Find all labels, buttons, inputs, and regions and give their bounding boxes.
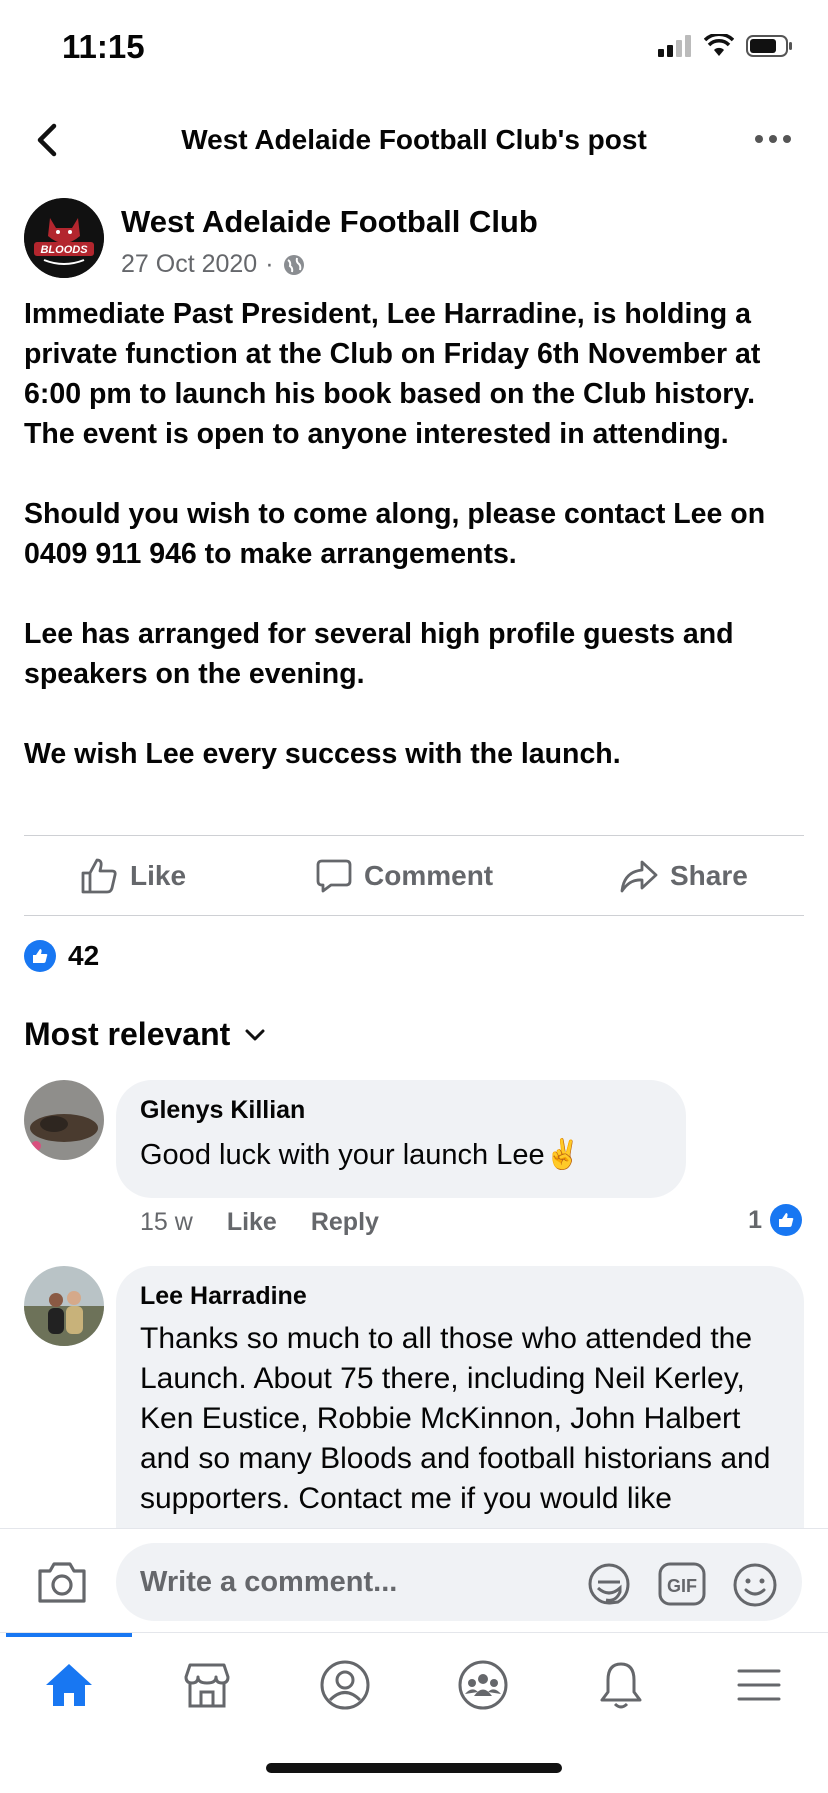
status-time: 11:15 — [62, 28, 145, 65]
thumbs-up-icon — [81, 858, 117, 894]
comment-meta: 15 w Like Reply — [140, 1208, 379, 1237]
share-button[interactable]: Share — [620, 836, 748, 916]
groups-icon — [458, 1660, 508, 1710]
comment-author[interactable]: Lee Harradine — [140, 1282, 780, 1311]
more-options-button[interactable] — [750, 124, 796, 154]
active-tab-indicator — [6, 1633, 132, 1637]
wifi-icon — [704, 34, 734, 56]
meta-separator: · — [265, 250, 274, 278]
comment-author[interactable]: Glenys Killian — [140, 1096, 662, 1125]
comment-button[interactable]: Comment — [316, 836, 493, 916]
tab-notifications[interactable] — [581, 1653, 661, 1717]
sticker-button[interactable] — [586, 1562, 632, 1606]
post-actions: Like Comment Share — [24, 836, 804, 916]
page-title: West Adelaide Football Club's post — [181, 124, 647, 155]
like-reaction-icon — [24, 940, 56, 972]
battery-icon — [746, 35, 792, 57]
post-paragraph: We wish Lee every success with the launc… — [24, 738, 621, 770]
gif-icon: GIF — [658, 1562, 706, 1606]
bottom-tab-bar — [0, 1632, 828, 1793]
gif-button[interactable]: GIF — [658, 1562, 706, 1606]
svg-text:BLOODS: BLOODS — [40, 244, 88, 256]
divider — [24, 915, 804, 916]
camera-icon — [38, 1562, 86, 1603]
share-icon — [620, 860, 658, 893]
comment-like-button[interactable]: Like — [227, 1208, 277, 1237]
more-horizontal-icon — [755, 135, 791, 143]
avatar[interactable] — [24, 1080, 104, 1160]
post-meta: 27 Oct 2020 · — [121, 250, 306, 279]
emoji-button[interactable] — [732, 1562, 778, 1608]
post-body: Immediate Past President, Lee Harradine,… — [24, 294, 804, 814]
svg-text:GIF: GIF — [667, 1576, 697, 1596]
marketplace-icon — [184, 1663, 230, 1708]
sort-label: Most relevant — [24, 1016, 231, 1052]
tab-menu[interactable] — [719, 1653, 799, 1717]
reactions-summary[interactable]: 42 — [24, 940, 99, 972]
comment-reactions[interactable]: 1 — [748, 1204, 802, 1236]
home-indicator — [266, 1763, 562, 1773]
sticker-icon — [588, 1563, 630, 1605]
tab-profile[interactable] — [305, 1653, 385, 1717]
tab-marketplace[interactable] — [167, 1653, 247, 1717]
post-author[interactable]: West Adelaide Football Club — [121, 204, 538, 240]
comment-time: 15 w — [140, 1208, 193, 1236]
avatar[interactable] — [24, 1266, 104, 1346]
home-icon — [46, 1664, 92, 1706]
menu-icon — [737, 1669, 781, 1701]
tab-groups[interactable] — [443, 1653, 523, 1717]
comment-reaction-count: 1 — [748, 1205, 762, 1234]
comment-bubble: Glenys Killian Good luck with your launc… — [116, 1080, 686, 1198]
reaction-count: 42 — [68, 940, 100, 971]
bell-icon — [600, 1662, 642, 1709]
club-avatar[interactable]: BLOODS — [24, 198, 104, 278]
tab-home[interactable] — [29, 1653, 109, 1717]
share-label: Share — [670, 860, 748, 891]
comment-reply-button[interactable]: Reply — [311, 1208, 379, 1237]
globe-icon — [283, 254, 304, 275]
emoji-icon — [733, 1563, 777, 1607]
like-button[interactable]: Like — [80, 836, 186, 916]
comment-sort-dropdown[interactable]: Most relevant — [24, 1016, 266, 1053]
comment-label: Comment — [364, 860, 494, 891]
post-paragraph: Should you wish to come along, please co… — [24, 498, 766, 570]
like-reaction-icon — [770, 1204, 802, 1236]
post-paragraph: Immediate Past President, Lee Harradine,… — [24, 298, 761, 450]
post-paragraph: Lee has arranged for several high profil… — [24, 618, 734, 690]
comment-text: Good luck with your launch Lee✌️ — [140, 1139, 581, 1171]
chevron-down-icon — [245, 1029, 265, 1040]
like-label: Like — [130, 860, 187, 891]
camera-button[interactable] — [36, 1559, 88, 1605]
status-icons — [658, 34, 794, 58]
signal-icon — [658, 35, 691, 57]
profile-icon — [320, 1660, 370, 1710]
comment-text: Thanks so much to all those who attended… — [140, 1322, 771, 1515]
comment-icon — [316, 859, 352, 893]
comment-composer: GIF — [0, 1528, 828, 1633]
post-date[interactable]: 27 Oct 2020 — [121, 250, 257, 279]
